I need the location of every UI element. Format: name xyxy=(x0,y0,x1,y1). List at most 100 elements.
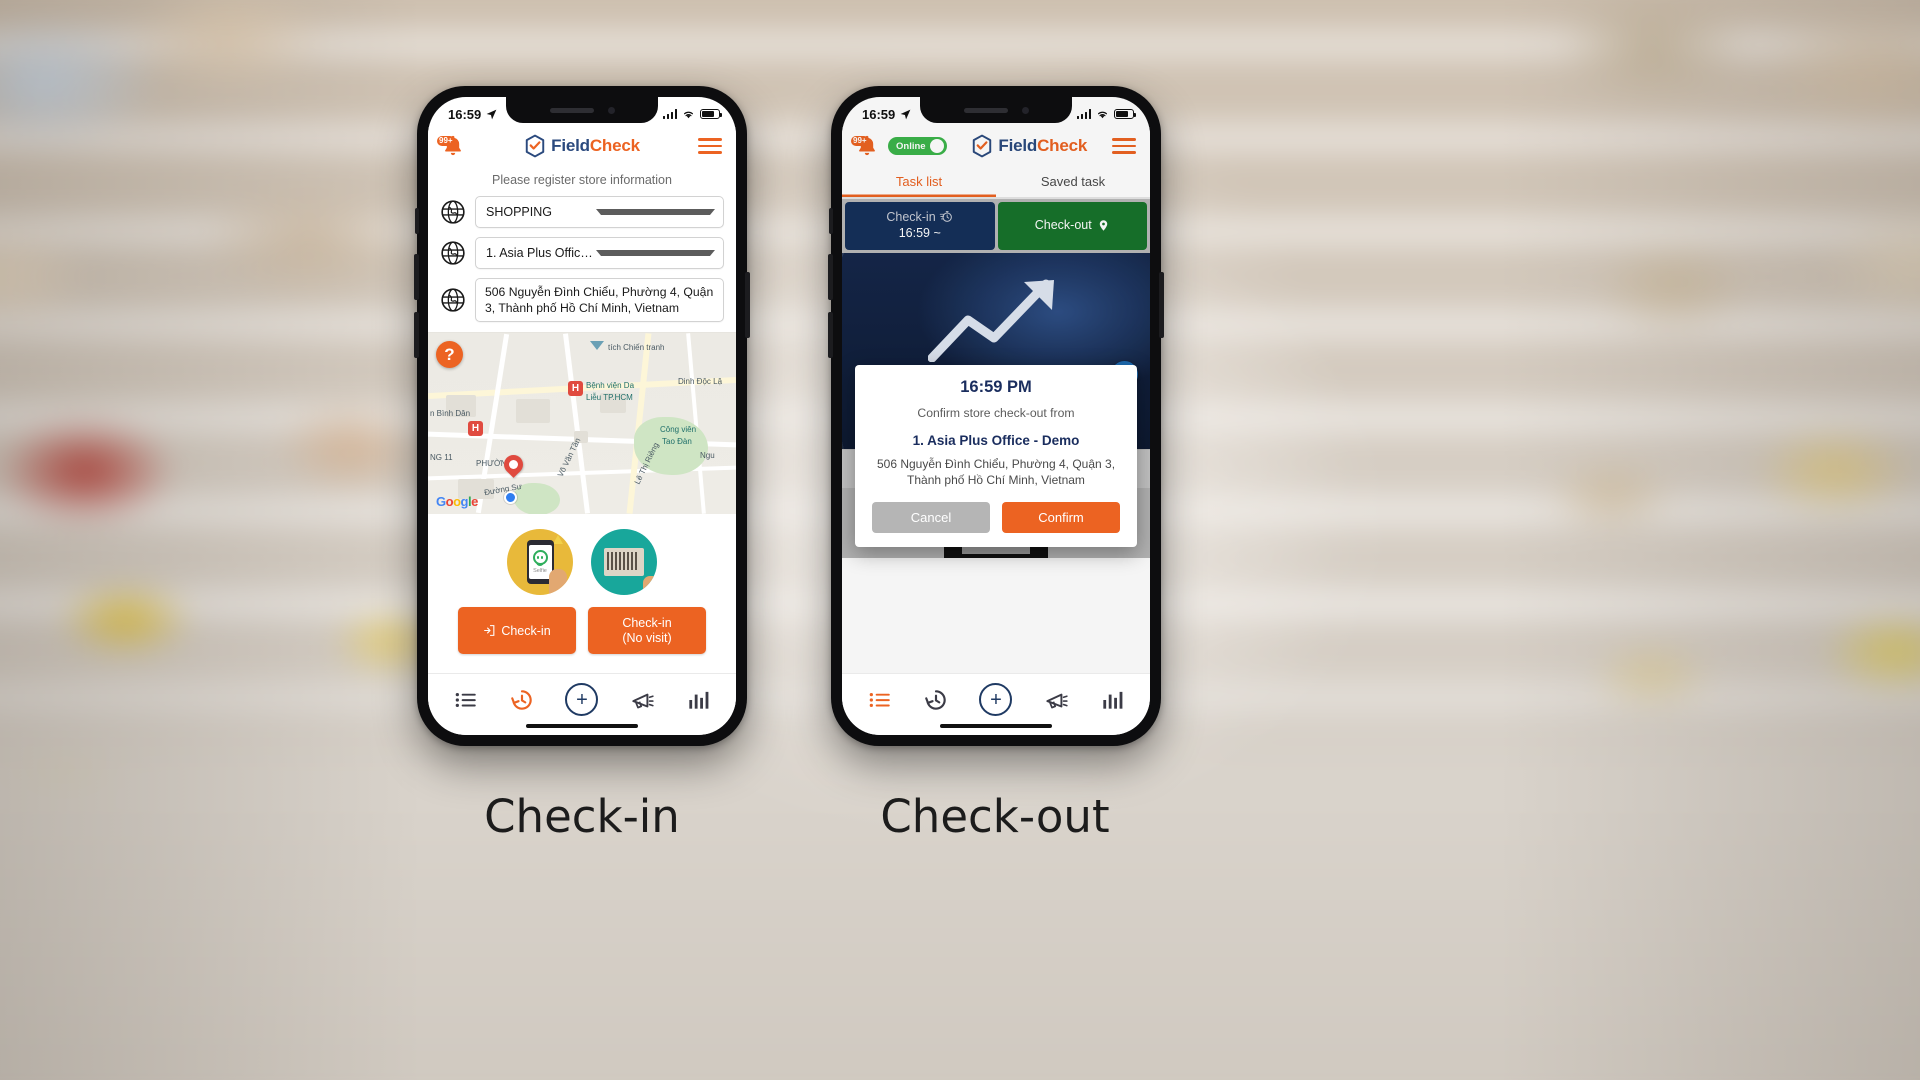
screen-checkin: 16:59 99+ FieldCheck Please register sto… xyxy=(428,97,736,735)
map-label: Ngu xyxy=(700,451,715,461)
earpiece-speaker xyxy=(549,107,594,113)
checkin-button[interactable]: Check-in xyxy=(458,607,576,655)
dialog-buttons: Cancel Confirm xyxy=(869,501,1123,533)
checkout-confirm-dialog: 16:59 PM Confirm store check-out from 1.… xyxy=(855,365,1137,547)
list-icon[interactable] xyxy=(453,687,479,713)
notch xyxy=(920,97,1072,123)
checkin-no-visit-button[interactable]: Check-in (No visit) xyxy=(588,607,706,655)
app-header-left: 99+ FieldCheck xyxy=(428,127,736,167)
megaphone-icon[interactable] xyxy=(629,687,655,713)
store-value: 1. Asia Plus Office - Demo xyxy=(486,246,596,260)
silent-switch[interactable] xyxy=(415,208,419,234)
globe-icon xyxy=(441,200,465,224)
checkin-actions: Check-in Check-in (No visit) xyxy=(428,607,736,666)
checkin-no-visit-line2: (No visit) xyxy=(622,630,672,645)
status-indicators xyxy=(662,108,722,120)
history-clock-icon[interactable] xyxy=(923,687,949,713)
checkin-button-label: Check-in xyxy=(501,623,551,638)
channel-select[interactable]: SHOPPING xyxy=(475,196,724,228)
barcode-illustration xyxy=(604,548,644,577)
signal-icon xyxy=(662,109,677,119)
power-button[interactable] xyxy=(1159,272,1164,338)
brand-part-1: Field xyxy=(551,136,590,155)
map-label: n Bình Dân xyxy=(430,409,471,419)
chevron-down-icon xyxy=(595,250,715,256)
map-marker-triangle xyxy=(590,341,604,351)
hand-illustration xyxy=(549,569,567,596)
home-indicator xyxy=(940,723,1052,728)
globe-icon xyxy=(441,241,465,265)
front-camera xyxy=(607,106,615,114)
add-plus-icon[interactable]: + xyxy=(565,683,599,716)
map-label: NG 11 xyxy=(430,453,453,463)
megaphone-icon[interactable] xyxy=(1043,687,1069,713)
flash-icon xyxy=(553,535,563,545)
confirm-button[interactable]: Confirm xyxy=(1002,501,1120,533)
list-icon[interactable] xyxy=(867,687,893,713)
brand-part-2: Check xyxy=(589,136,640,155)
fieldcheck-shield-icon xyxy=(525,134,545,158)
channel-value: SHOPPING xyxy=(486,205,552,219)
map-label: Dinh Độc Lậ xyxy=(678,377,723,387)
power-button[interactable] xyxy=(745,272,750,338)
battery-icon xyxy=(700,109,722,119)
map-label: Liễu TP.HCM xyxy=(586,393,633,403)
hand-illustration xyxy=(643,576,657,596)
hospital-marker-icon: H xyxy=(468,421,483,437)
chevron-down-icon xyxy=(595,209,715,215)
map-label: tích Chiến tranh xyxy=(608,343,665,353)
dialog-store-address: 506 Nguyễn Đình Chiểu, Phường 4, Quận 3,… xyxy=(876,457,1116,488)
phone-mockup-checkout: 16:59 99+ Online FieldCheck Task list Sa… xyxy=(828,86,1164,746)
address-value[interactable]: 506 Nguyễn Đình Chiểu, Phường 4, Quận 3,… xyxy=(475,278,724,323)
map-label: Tao Đàn xyxy=(662,437,692,447)
google-logo: Google xyxy=(436,494,478,510)
screen-checkout: 16:59 99+ Online FieldCheck Task list Sa… xyxy=(842,97,1150,735)
notch xyxy=(506,97,658,123)
bell-icon[interactable]: 99+ xyxy=(437,133,466,159)
earpiece-speaker xyxy=(963,107,1008,113)
silent-switch[interactable] xyxy=(829,208,833,234)
location-arrow-icon xyxy=(486,109,497,119)
status-time: 16:59 xyxy=(448,106,482,122)
volume-up-button[interactable] xyxy=(414,254,419,300)
volume-down-button[interactable] xyxy=(828,312,833,358)
checkin-no-visit-line1: Check-in xyxy=(622,616,672,631)
caption-checkout: Check-out xyxy=(880,790,1110,843)
store-field-row: 1. Asia Plus Office - Demo xyxy=(428,237,736,278)
capture-actions: Selfie xyxy=(428,514,736,607)
store-select[interactable]: 1. Asia Plus Office - Demo xyxy=(475,237,724,269)
map-view[interactable]: ? tích Chiến tranh H Bệnh viện Da Liễu T… xyxy=(428,332,736,515)
brand-logo: FieldCheck xyxy=(524,134,640,158)
map-help-button[interactable]: ? xyxy=(436,341,463,369)
phone-mockup-checkin: 16:59 99+ FieldCheck Please register sto… xyxy=(414,86,750,746)
status-time-group: 16:59 xyxy=(448,107,498,122)
brand-text: FieldCheck xyxy=(551,136,640,156)
bar-chart-icon[interactable] xyxy=(1099,687,1125,713)
history-clock-icon[interactable] xyxy=(509,687,535,713)
dialog-store-name: 1. Asia Plus Office - Demo xyxy=(912,433,1080,448)
scan-button[interactable] xyxy=(591,529,657,596)
wifi-icon xyxy=(683,111,694,119)
dialog-subtitle: Confirm store check-out from xyxy=(917,406,1075,420)
bar-chart-icon[interactable] xyxy=(685,687,711,713)
smiley-icon xyxy=(532,550,548,566)
channel-field-row: SHOPPING xyxy=(428,196,736,237)
selfie-label: Selfie xyxy=(533,568,547,575)
globe-icon xyxy=(441,288,465,312)
add-plus-icon[interactable]: + xyxy=(979,683,1013,716)
hamburger-menu-icon[interactable] xyxy=(697,138,722,154)
caption-checkin: Check-in xyxy=(484,790,680,843)
register-hint: Please register store information xyxy=(492,173,672,187)
map-label: Công viên xyxy=(660,425,697,435)
map-label: Bệnh viện Da xyxy=(586,381,635,391)
notification-badge: 99+ xyxy=(437,136,455,146)
login-arrow-icon xyxy=(484,625,495,637)
cancel-button[interactable]: Cancel xyxy=(872,501,990,533)
front-camera xyxy=(1021,106,1029,114)
selfie-button[interactable]: Selfie xyxy=(507,529,573,596)
volume-down-button[interactable] xyxy=(414,312,419,358)
hospital-marker-icon: H xyxy=(568,381,583,397)
volume-up-button[interactable] xyxy=(828,254,833,300)
address-field-row: 506 Nguyễn Đình Chiểu, Phường 4, Quận 3,… xyxy=(428,278,736,331)
home-indicator xyxy=(526,723,638,728)
